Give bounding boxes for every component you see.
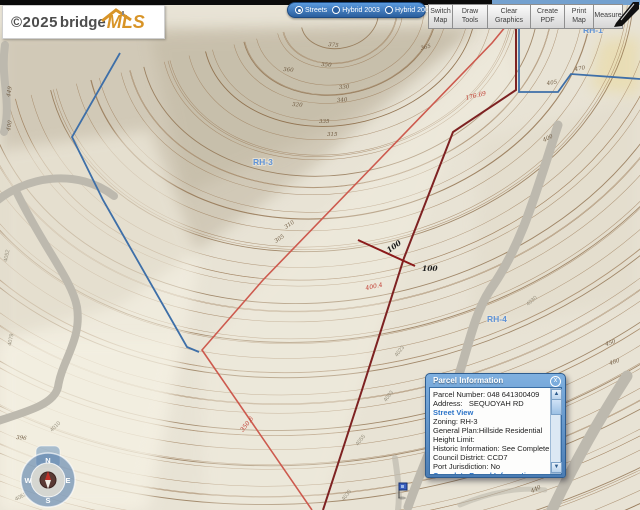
parcel-info-field: Council District: CCD7 bbox=[433, 453, 561, 462]
parcel-info-field: Zoning: RH-3 bbox=[433, 417, 561, 426]
compass-north-label: N bbox=[45, 456, 50, 465]
parcel-info-link[interactable]: Complete Parcel Information bbox=[433, 471, 561, 475]
parcel-info-field: General Plan:Hillside Residential bbox=[433, 426, 561, 435]
zoning-label: RH-3 bbox=[253, 157, 273, 167]
contour-elevation-label: 360 bbox=[283, 67, 294, 74]
scroll-down-icon[interactable]: ▼ bbox=[551, 462, 562, 473]
pencil-icon bbox=[613, 0, 640, 27]
brand-name: bridge bbox=[60, 14, 106, 31]
basemap-option-label: Hybrid 2003 bbox=[342, 7, 380, 14]
basemap-option-hybrid-2003[interactable]: Hybrid 2003 bbox=[332, 6, 380, 14]
parcel-info-field: Historic Information: See Complete Info bbox=[433, 444, 561, 453]
draw-tools-button[interactable]: Draw Tools bbox=[453, 4, 488, 29]
radio-icon[interactable] bbox=[385, 6, 393, 14]
parcel-info-field: Address: SEQUOYAH RD bbox=[433, 399, 561, 408]
basemap-option-hybrid-2007[interactable]: Hybrid 2007 bbox=[385, 6, 433, 14]
popup-scrollbar[interactable]: ▲ ▼ bbox=[550, 388, 561, 474]
map-application-window: 3753653503603303403203353153103054054004… bbox=[0, 0, 640, 510]
basemap-option-streets[interactable]: Streets bbox=[295, 6, 327, 14]
radio-icon[interactable] bbox=[332, 6, 340, 14]
parcel-info-link[interactable]: Street View bbox=[433, 408, 561, 417]
brand-logo: ©2025 bridge MLS bbox=[2, 5, 165, 39]
roof-icon bbox=[100, 8, 134, 22]
basemap-option-label: Streets bbox=[305, 7, 327, 14]
compass-east-label: E bbox=[65, 476, 70, 485]
switch-map-button[interactable]: Switch Map bbox=[428, 4, 453, 29]
parcel-info-field: Port Jurisdiction: No bbox=[433, 462, 561, 471]
parcel-info-body: Parcel Number: 048 641300409Address: SEQ… bbox=[429, 387, 562, 475]
contour-elevation-label: 330 bbox=[339, 84, 350, 91]
measure-distance-label: 100 bbox=[422, 264, 438, 273]
contour-elevation-label: 320 bbox=[292, 102, 303, 109]
contour-elevation-label: 350 bbox=[321, 62, 332, 69]
close-icon[interactable]: x bbox=[550, 376, 561, 387]
radio-selected-icon[interactable] bbox=[295, 6, 303, 14]
contour-elevation-label: 375 bbox=[328, 42, 340, 49]
zoning-label: RH-4 bbox=[487, 314, 507, 324]
create-pdf-button[interactable]: Create PDF bbox=[531, 4, 565, 29]
copyright-text: ©2025 bbox=[11, 14, 58, 31]
basemap-selector: StreetsHybrid 2003Hybrid 2007 bbox=[287, 2, 426, 18]
popup-title: Parcel Information bbox=[433, 376, 503, 385]
clear-graphics-button[interactable]: Clear Graphics bbox=[488, 4, 531, 29]
print-map-button[interactable]: Print Map bbox=[565, 4, 594, 29]
compass-south-label: S bbox=[45, 496, 50, 505]
contour-elevation-label: 340 bbox=[337, 97, 348, 104]
scroll-thumb[interactable] bbox=[551, 399, 562, 415]
contour-elevation-label: 335 bbox=[319, 119, 330, 125]
parcel-information-popup: Parcel Information x Parcel Number: 048 … bbox=[425, 373, 566, 478]
contour-elevation-label: 315 bbox=[327, 132, 338, 138]
contour-elevation-label: 396 bbox=[16, 435, 27, 442]
parcel-info-field: Height Limit: bbox=[433, 435, 561, 444]
compass-west-label: W bbox=[24, 476, 32, 485]
map-toolbar: Switch MapDraw ToolsClear GraphicsCreate… bbox=[428, 4, 623, 29]
parcel-info-field: Parcel Number: 048 641300409 bbox=[433, 390, 561, 399]
